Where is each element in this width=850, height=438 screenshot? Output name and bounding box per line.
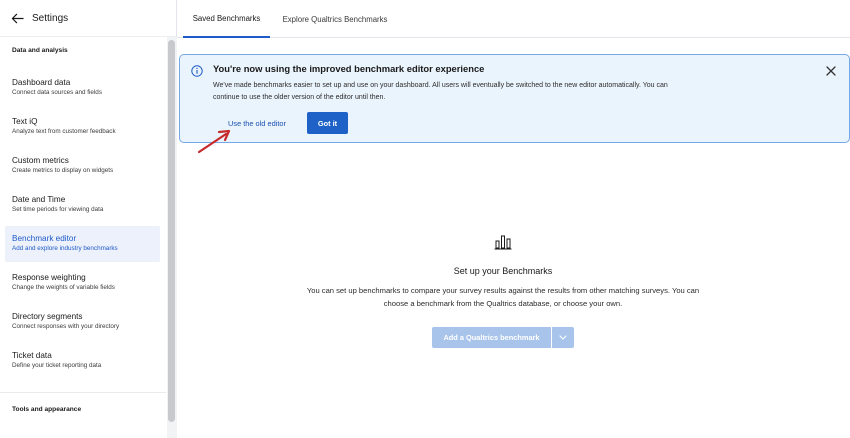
section-data-and-analysis: Data and analysis bbox=[12, 47, 68, 54]
sidebar-item-benchmark-editor[interactable]: Benchmark editor Add and explore industr… bbox=[5, 226, 160, 262]
banner-body: We've made benchmarks easier to set up a… bbox=[213, 82, 668, 101]
sidebar-title: Settings bbox=[32, 12, 69, 24]
info-icon bbox=[191, 65, 203, 77]
sidebar-item-desc: Connect data sources and fields bbox=[12, 89, 102, 96]
sidebar-item-desc: Change the weights of variable fields bbox=[12, 284, 115, 291]
sidebar-item-custom-metrics[interactable]: Custom metrics Create metrics to display… bbox=[5, 148, 160, 184]
empty-state-title: Set up your Benchmarks bbox=[453, 266, 553, 276]
tab-saved-benchmarks[interactable]: Saved Benchmarks bbox=[183, 0, 270, 38]
chevron-down-icon bbox=[559, 335, 567, 340]
tab-explore-qualtrics-benchmarks[interactable]: Explore Qualtrics Benchmarks bbox=[275, 0, 395, 38]
red-arrow-annotation bbox=[197, 129, 231, 154]
sidebar-item-desc: Add and explore industry benchmarks bbox=[12, 245, 118, 252]
sidebar-item-response-weighting[interactable]: Response weighting Change the weights of… bbox=[5, 265, 160, 301]
sidebar-item-label: Ticket data bbox=[12, 351, 52, 360]
sidebar-item-label: Date and Time bbox=[12, 195, 66, 204]
sidebar-item-desc: Set time periods for viewing data bbox=[12, 206, 104, 213]
sidebar-item-dashboard-data[interactable]: Dashboard data Connect data sources and … bbox=[5, 70, 160, 106]
sidebar-item-label: Benchmark editor bbox=[12, 234, 77, 243]
banner-title: You're now using the improved benchmark … bbox=[213, 63, 485, 74]
sidebar-item-desc: Create metrics to display on widgets bbox=[12, 167, 114, 174]
empty-state-description: You can set up benchmarks to compare you… bbox=[306, 286, 700, 308]
benchmark-tabs: Saved Benchmarks Explore Qualtrics Bench… bbox=[177, 0, 850, 38]
sidebar-divider bbox=[0, 392, 166, 393]
arrow-left-icon[interactable] bbox=[11, 12, 24, 25]
sidebar-item-directory-segments[interactable]: Directory segments Connect responses wit… bbox=[5, 304, 160, 340]
editor-info-banner: You're now using the improved benchmark … bbox=[179, 54, 850, 143]
sidebar-item-desc: Define your ticket reporting data bbox=[12, 362, 102, 369]
sidebar-item-date-and-time[interactable]: Date and Time Set time periods for viewi… bbox=[5, 187, 160, 223]
sidebar-item-text-iq[interactable]: Text iQ Analyze text from customer feedb… bbox=[5, 109, 160, 145]
sidebar-item-ticket-data[interactable]: Ticket data Define your ticket reporting… bbox=[5, 343, 160, 379]
add-benchmark-dropdown-button[interactable] bbox=[552, 327, 574, 348]
close-icon[interactable] bbox=[826, 66, 836, 76]
sidebar-item-label: Dashboard data bbox=[12, 78, 71, 87]
sidebar-item-label: Response weighting bbox=[12, 273, 86, 282]
sidebar-item-label: Custom metrics bbox=[12, 156, 69, 165]
add-qualtrics-benchmark-button[interactable]: Add a Qualtrics benchmark bbox=[432, 327, 551, 348]
sidebar-item-label: Text iQ bbox=[12, 117, 38, 126]
sidebar-item-label: Directory segments bbox=[12, 312, 83, 321]
sidebar-item-desc: Analyze text from customer feedback bbox=[12, 128, 116, 135]
sidebar-scrollbar-thumb[interactable] bbox=[168, 40, 175, 422]
bar-chart-icon bbox=[494, 235, 512, 250]
got-it-button[interactable]: Got it bbox=[307, 112, 348, 134]
settings-sidebar: Settings Data and analysis Dashboard dat… bbox=[0, 0, 177, 438]
sidebar-header[interactable]: Settings bbox=[0, 0, 176, 37]
section-tools-and-appearance: Tools and appearance bbox=[12, 406, 82, 413]
sidebar-item-desc: Connect responses with your directory bbox=[12, 323, 120, 330]
